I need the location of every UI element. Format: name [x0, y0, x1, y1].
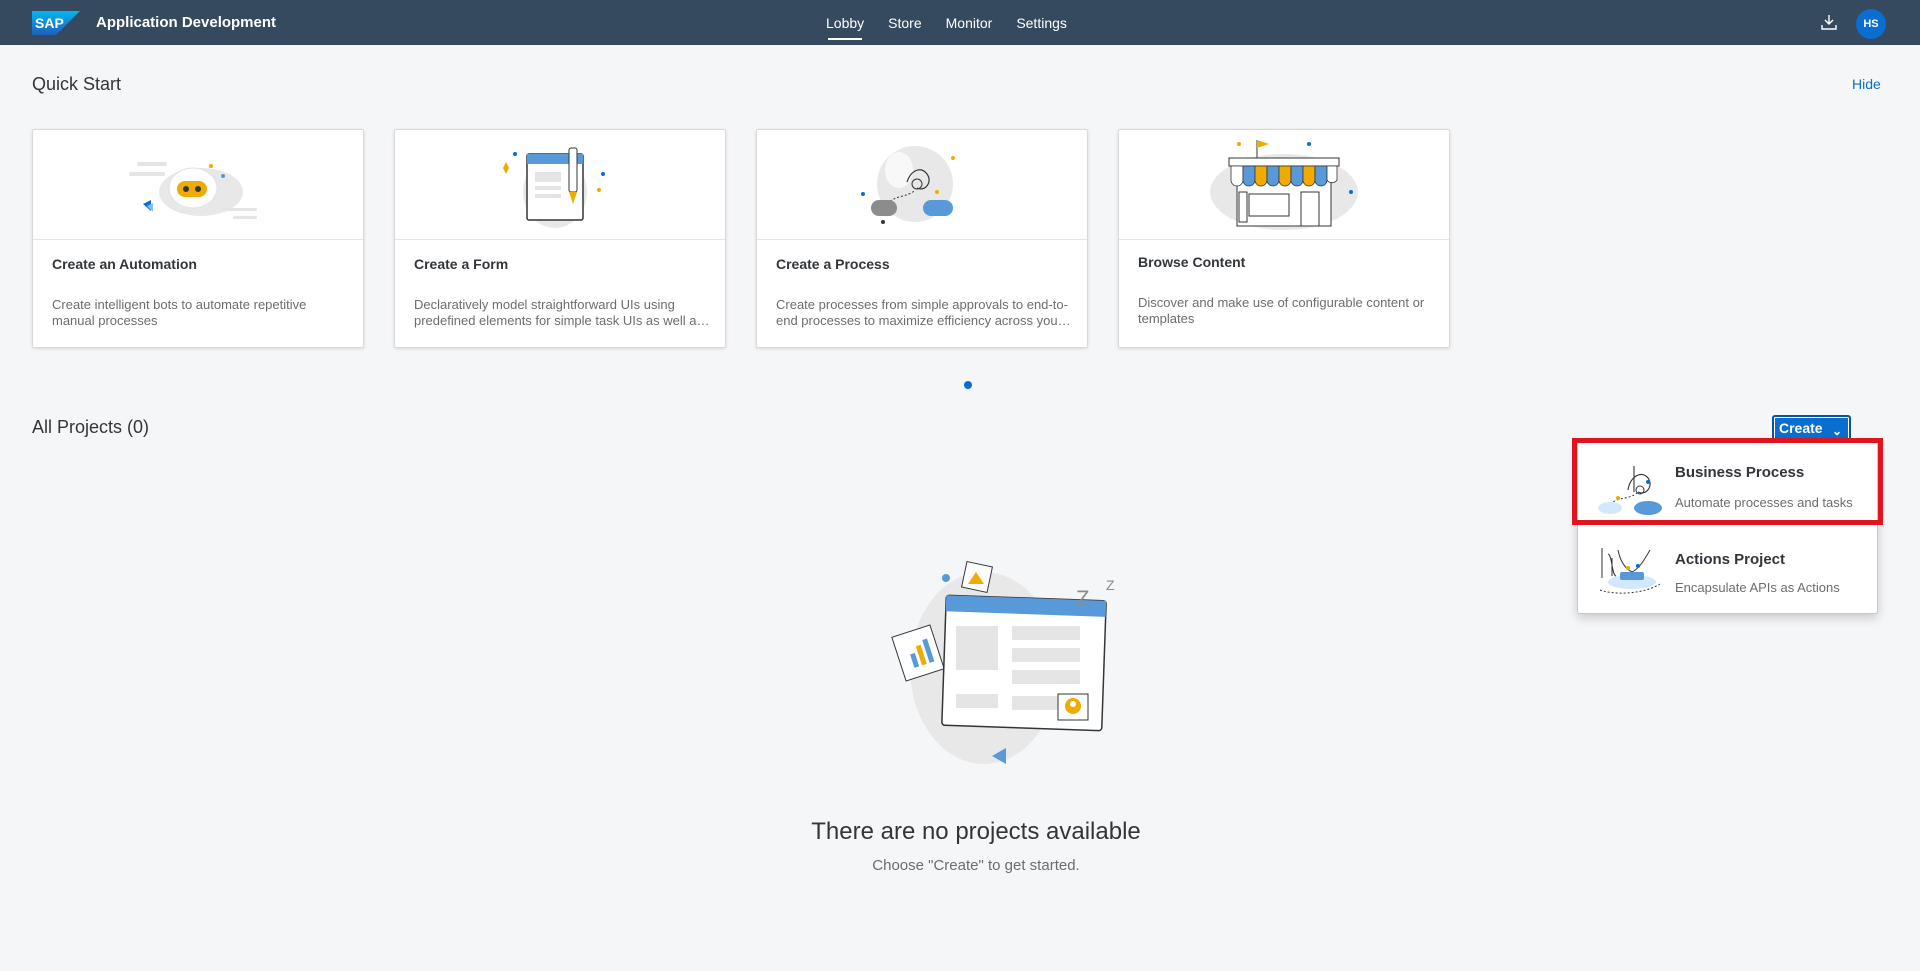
- nav-lobby[interactable]: Lobby: [814, 0, 876, 45]
- card-create-form[interactable]: Create a Form Declaratively model straig…: [394, 129, 726, 348]
- actions-illustration: [1599, 548, 1661, 594]
- menu-item-title: Business Process: [1675, 464, 1805, 481]
- svg-text:SAP: SAP: [35, 15, 64, 31]
- robot-illustration: [33, 130, 363, 240]
- all-projects-title: All Projects (0): [32, 417, 150, 437]
- menu-item-title: Actions Project: [1675, 551, 1786, 568]
- menu-item-business-process[interactable]: Business Process Automate processes and …: [1578, 442, 1877, 528]
- chevron-down-icon: ⌄: [1831, 424, 1842, 438]
- shell-bar: SAP Application Development Lobby Store …: [0, 0, 1920, 45]
- menu-item-description: Automate processes and tasks: [1675, 495, 1853, 510]
- nav-settings[interactable]: Settings: [1004, 0, 1079, 45]
- download-icon[interactable]: [1820, 13, 1838, 31]
- menu-item-actions-project[interactable]: Actions Project Encapsulate APIs as Acti…: [1578, 528, 1877, 614]
- create-button[interactable]: Create ⌄: [1772, 415, 1851, 442]
- hide-link[interactable]: Hide: [1852, 76, 1881, 92]
- card-create-process[interactable]: Create a Process Create processes from s…: [756, 129, 1088, 348]
- menu-item-description: Encapsulate APIs as Actions: [1675, 580, 1840, 595]
- card-title: Create a Form: [414, 256, 509, 272]
- card-browse-content[interactable]: Browse Content Discover and make use of …: [1118, 129, 1450, 348]
- empty-state-title: There are no projects available: [811, 818, 1141, 845]
- card-title: Browse Content: [1138, 254, 1246, 270]
- create-button-label: Create: [1779, 420, 1823, 436]
- nav-monitor[interactable]: Monitor: [934, 0, 1005, 45]
- empty-projects-illustration: Z Z: [891, 560, 1115, 764]
- form-illustration: [395, 130, 725, 240]
- card-description: Create intelligent bots to automate repe…: [52, 297, 307, 328]
- card-title: Create a Process: [776, 256, 890, 272]
- process-illustration: [1598, 466, 1662, 515]
- process-illustration: [757, 130, 1087, 240]
- store-illustration: [1119, 130, 1449, 240]
- empty-state-subtitle: Choose "Create" to get started.: [872, 857, 1080, 874]
- top-nav: Lobby Store Monitor Settings: [814, 0, 1079, 45]
- card-description: Create processes from simple approvals t…: [776, 297, 1068, 328]
- card-description: Discover and make use of configurable co…: [1138, 295, 1425, 326]
- app-title: Application Development: [96, 14, 277, 31]
- card-create-automation[interactable]: Create an Automation Create intelligent …: [32, 129, 364, 348]
- create-menu: Business Process Automate processes and …: [1577, 441, 1878, 614]
- svg-text:Z: Z: [1106, 577, 1115, 593]
- quick-start-title: Quick Start: [32, 74, 122, 94]
- card-title: Create an Automation: [52, 256, 197, 272]
- sap-logo[interactable]: SAP: [32, 11, 80, 35]
- nav-store[interactable]: Store: [876, 0, 933, 45]
- user-avatar[interactable]: HS: [1856, 9, 1886, 39]
- svg-text:Z: Z: [1076, 586, 1089, 611]
- carousel-page-indicator[interactable]: [964, 381, 972, 389]
- card-description: Declaratively model straightforward UIs …: [414, 297, 704, 328]
